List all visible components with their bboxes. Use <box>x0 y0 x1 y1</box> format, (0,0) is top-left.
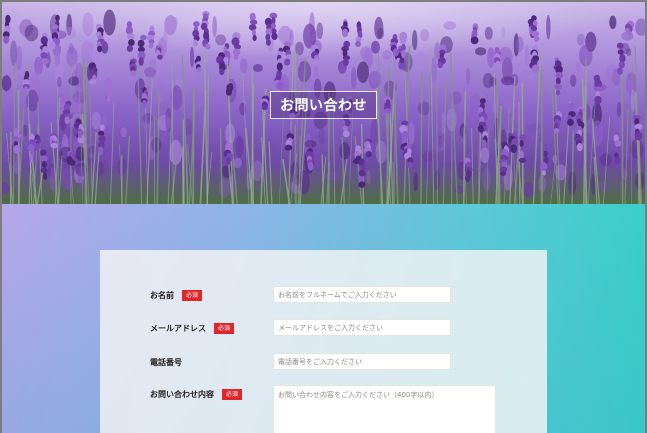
page-frame: お問い合わせ お名前 必須 お名前をフルネームでご入力ください メールアドレス … <box>2 2 645 433</box>
message-textarea-placeholder: お問い合わせ内容をご入力ください（400字以内） <box>278 391 439 399</box>
required-badge: 必須 <box>222 388 243 400</box>
required-badge: 必須 <box>182 289 203 301</box>
field-label-phone: 電話番号 <box>150 353 182 371</box>
field-label-email: メールアドレス 必須 <box>150 319 235 337</box>
phone-input-placeholder: 電話番号をご入力ください <box>278 357 362 366</box>
page-title: お問い合わせ <box>270 91 377 119</box>
form-row-name: お名前 必須 お名前をフルネームでご入力ください <box>100 286 547 306</box>
email-input-placeholder: メールアドレスをご入力ください <box>278 323 383 332</box>
required-badge: 必須 <box>214 322 235 334</box>
hero-banner: お問い合わせ <box>2 2 645 204</box>
field-label-name: お名前 必須 <box>150 286 203 304</box>
field-label-email-text: メールアドレス <box>150 323 206 333</box>
form-row-phone: 電話番号 電話番号をご入力ください <box>100 353 547 373</box>
field-label-message-text: お問い合わせ内容 <box>150 389 214 399</box>
form-row-email: メールアドレス 必須 メールアドレスをご入力ください <box>100 319 547 339</box>
form-section: お名前 必須 お名前をフルネームでご入力ください メールアドレス 必須 メールア… <box>2 204 645 433</box>
field-label-message: お問い合わせ内容 必須 <box>150 385 243 403</box>
form-row-message: お問い合わせ内容 必須 お問い合わせ内容をご入力ください（400字以内） <box>100 385 547 433</box>
field-label-name-text: お名前 <box>150 290 174 300</box>
contact-form: お名前 必須 お名前をフルネームでご入力ください メールアドレス 必須 メールア… <box>100 250 547 433</box>
name-input[interactable]: お名前をフルネームでご入力ください <box>273 286 451 303</box>
name-input-placeholder: お名前をフルネームでご入力ください <box>278 290 397 299</box>
message-textarea[interactable]: お問い合わせ内容をご入力ください（400字以内） <box>273 385 496 433</box>
phone-input[interactable]: 電話番号をご入力ください <box>273 353 451 370</box>
email-input[interactable]: メールアドレスをご入力ください <box>273 319 451 336</box>
field-label-phone-text: 電話番号 <box>150 357 182 367</box>
